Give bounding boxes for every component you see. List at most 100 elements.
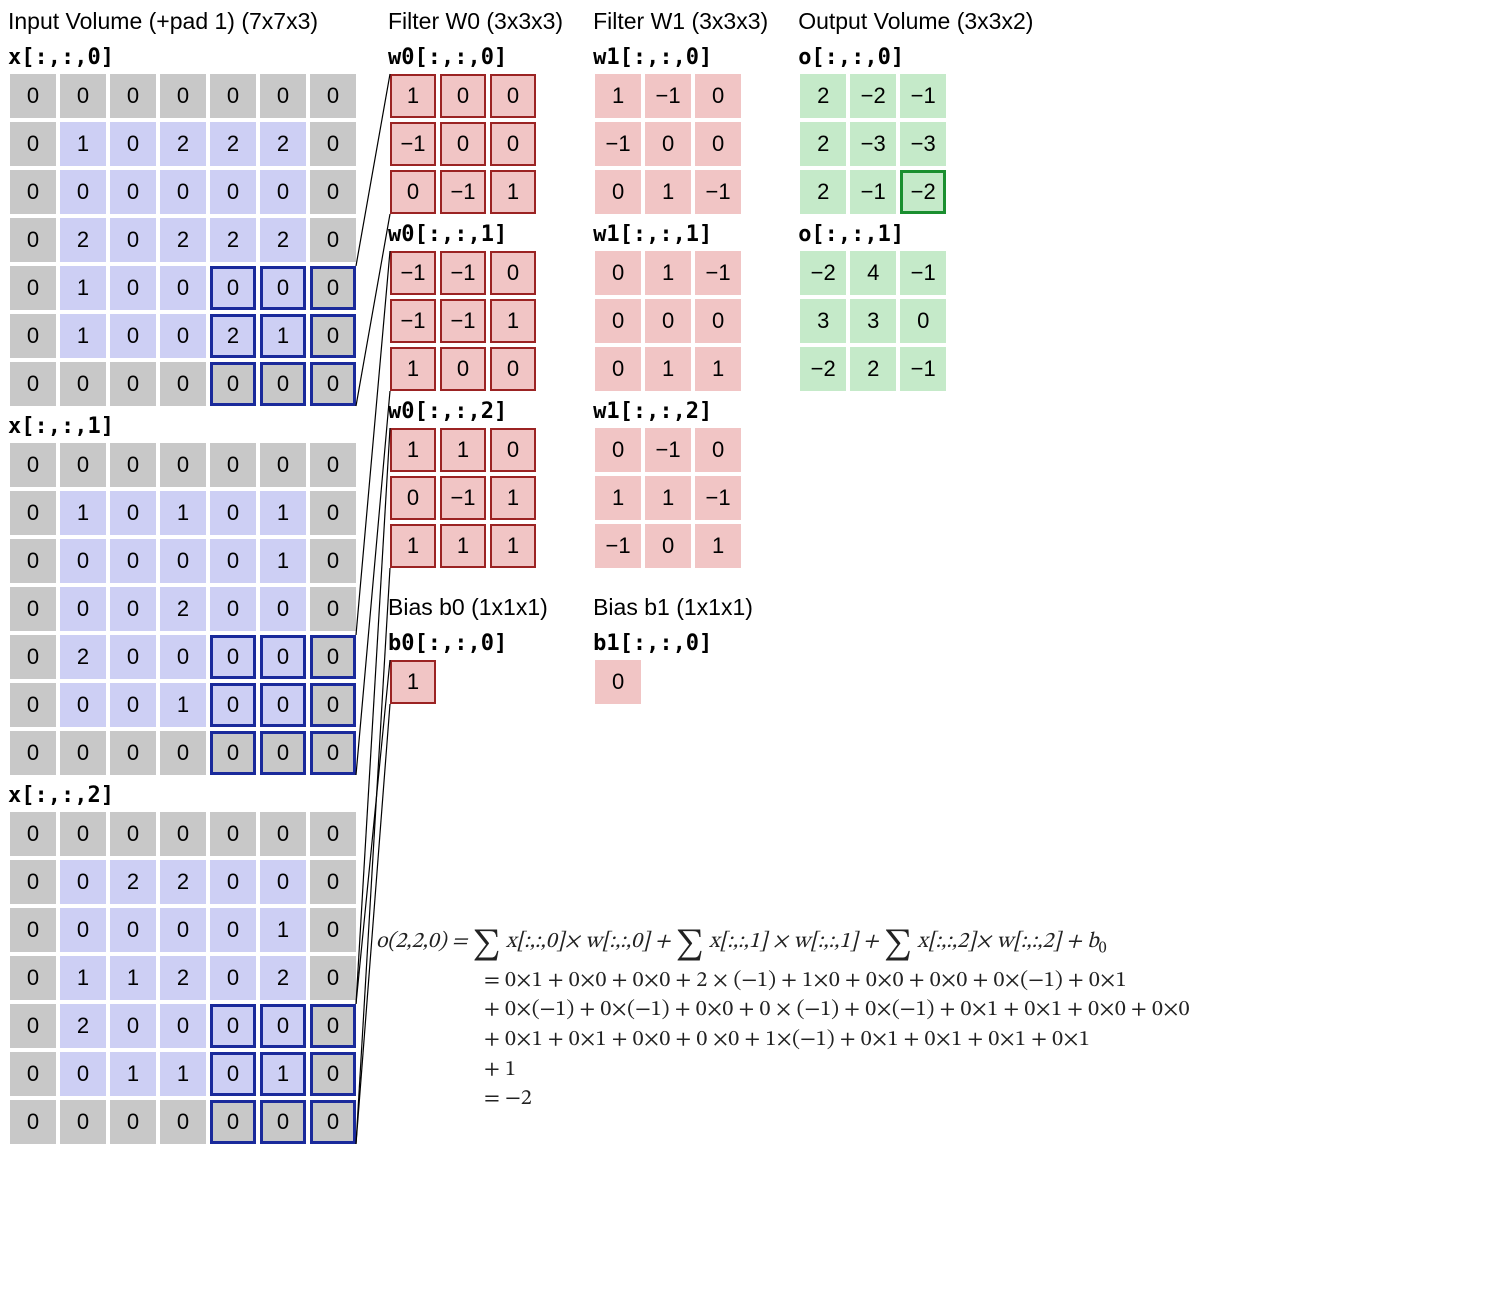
input-slice2-cell: 0 <box>60 908 106 952</box>
w1-slice1-cell: 1 <box>645 251 691 295</box>
w0-slice1-cell: 0 <box>490 251 536 295</box>
input-slice2-cell: 0 <box>60 1052 106 1096</box>
w1-slice0-cell: 0 <box>695 122 741 166</box>
w0-slice1-cell: −1 <box>440 299 486 343</box>
w1-slice2: 0−1011−1−101 <box>593 426 743 570</box>
input-slice2-cell: 2 <box>110 860 156 904</box>
eq-line3: + 0×(−1) + 0×(−1) + 0×0 + 0 × (−1) + 0×(… <box>484 996 1190 1026</box>
input-slice2-cell: 0 <box>10 956 56 1000</box>
output-column: Output Volume (3x3x2) o[:,:,0]2−2−12−3−3… <box>798 8 1033 393</box>
input-slice0-cell: 0 <box>260 74 306 118</box>
input-slice0-cell: 0 <box>10 74 56 118</box>
w0-slice1-cell: −1 <box>440 251 486 295</box>
w0-slice1: −1−10−1−11100 <box>388 249 538 393</box>
input-slice0-cell: 0 <box>60 362 106 406</box>
input-slice2-cell: 0 <box>310 860 356 904</box>
w1-heading: Filter W1 (3x3x3) <box>593 8 768 35</box>
input-slice0-cell: 0 <box>10 314 56 358</box>
input-slice1-cell: 0 <box>310 587 356 631</box>
w1-slice2-cell: −1 <box>645 428 691 472</box>
input-slice1-cell: 1 <box>60 491 106 535</box>
input-slice2-cell: 0 <box>60 1100 106 1144</box>
w1-slice1-cell: 1 <box>645 347 691 391</box>
input-slice0-cell: 0 <box>110 74 156 118</box>
input-slice2-cell: 2 <box>160 956 206 1000</box>
w1-slice1-cell: 0 <box>595 347 641 391</box>
out-slice0-cell: −1 <box>850 170 896 214</box>
input-slice1-cell: 0 <box>160 731 206 775</box>
input-slice-label: x[:,:,0] <box>8 45 358 70</box>
input-slice0-cell: 2 <box>210 314 256 358</box>
out-slice0-cell: −2 <box>900 170 946 214</box>
input-slice0-cell: 0 <box>110 218 156 262</box>
input-slice2-cell: 1 <box>160 1052 206 1096</box>
input-slice-label: x[:,:,2] <box>8 783 358 808</box>
input-slice2-cell: 0 <box>210 1052 256 1096</box>
input-slice2-cell: 0 <box>210 1004 256 1048</box>
b1-heading: Bias b1 (1x1x1) <box>593 594 768 621</box>
out-slice0-cell: 2 <box>800 122 846 166</box>
sigma-icon: ∑ <box>884 926 912 967</box>
input-slice2-cell: 0 <box>260 1004 306 1048</box>
input-slice2-cell: 1 <box>260 1052 306 1096</box>
input-slice0-cell: 0 <box>210 74 256 118</box>
w1-slice-label: w1[:,:,2] <box>593 399 768 424</box>
out-slice0-cell: −3 <box>900 122 946 166</box>
input-slice0-cell: 1 <box>60 314 106 358</box>
equation-block: o(2,2,0) = ∑ x[:,:,0]× w[:,:,0] + ∑ x[:,… <box>376 926 1190 1115</box>
input-slice1-cell: 0 <box>110 491 156 535</box>
w0-slice2-cell: 0 <box>390 476 436 520</box>
out-slice0-cell: −3 <box>850 122 896 166</box>
input-slice0-cell: 0 <box>160 314 206 358</box>
input-slice1-cell: 0 <box>10 539 56 583</box>
input-heading: Input Volume (+pad 1) (7x7x3) <box>8 8 358 35</box>
input-slice0-cell: 0 <box>260 170 306 214</box>
input-slice2-cell: 0 <box>210 1100 256 1144</box>
input-slice0-cell: 0 <box>310 314 356 358</box>
b0-grid: 1 <box>388 658 563 706</box>
w1-slice1-cell: 0 <box>695 299 741 343</box>
w1-slice1-cell: 0 <box>645 299 691 343</box>
w0-slice1-cell: 1 <box>490 299 536 343</box>
input-slice0-cell: 0 <box>10 170 56 214</box>
sigma-icon: ∑ <box>676 926 704 967</box>
w0-slice0-cell: −1 <box>440 170 486 214</box>
input-slice2-cell: 0 <box>260 860 306 904</box>
out-slice0-cell: −1 <box>900 74 946 118</box>
input-slice0-cell: 0 <box>60 74 106 118</box>
input-slice1-cell: 0 <box>10 587 56 631</box>
input-slice2-cell: 0 <box>110 1004 156 1048</box>
input-slice1-cell: 0 <box>310 539 356 583</box>
input-slice1-cell: 0 <box>260 587 306 631</box>
input-slice0-cell: 1 <box>260 314 306 358</box>
w0-slice1-cell: 0 <box>440 347 486 391</box>
input-slice2-cell: 0 <box>160 1100 206 1144</box>
filter-w0-column: Filter W0 (3x3x3) w0[:,:,0]100−1000−11w0… <box>388 8 563 706</box>
input-slice1-cell: 1 <box>260 539 306 583</box>
input-slice-label: x[:,:,1] <box>8 414 358 439</box>
input-slice0-cell: 0 <box>210 170 256 214</box>
w1-slice0-cell: 0 <box>595 170 641 214</box>
w1-slice0-cell: −1 <box>695 170 741 214</box>
input-slice1-cell: 0 <box>10 443 56 487</box>
input-slice0-cell: 0 <box>160 362 206 406</box>
eq-left: o(2,2,0) = <box>376 931 473 953</box>
input-slice0-cell: 0 <box>210 266 256 310</box>
w1-slice2-cell: 0 <box>695 428 741 472</box>
input-slice1-cell: 0 <box>210 635 256 679</box>
input-slice1-cell: 0 <box>60 539 106 583</box>
input-slice1-cell: 0 <box>310 731 356 775</box>
input-slice0-cell: 0 <box>160 74 206 118</box>
input-slice1-cell: 0 <box>160 635 206 679</box>
input-slice0-cell: 0 <box>10 266 56 310</box>
output-heading: Output Volume (3x3x2) <box>798 8 1033 35</box>
w1-slice2-cell: 1 <box>645 476 691 520</box>
input-slice1-cell: 0 <box>110 587 156 631</box>
w1-slice0-cell: 1 <box>595 74 641 118</box>
out-slice1-cell: 3 <box>850 299 896 343</box>
input-slice0-cell: 0 <box>260 362 306 406</box>
eq-term1: x[:,:,0]× w[:,:,0] + <box>506 931 676 953</box>
w1-slice2-cell: −1 <box>695 476 741 520</box>
input-slice1-cell: 0 <box>210 539 256 583</box>
w0-slice2-cell: −1 <box>440 476 486 520</box>
